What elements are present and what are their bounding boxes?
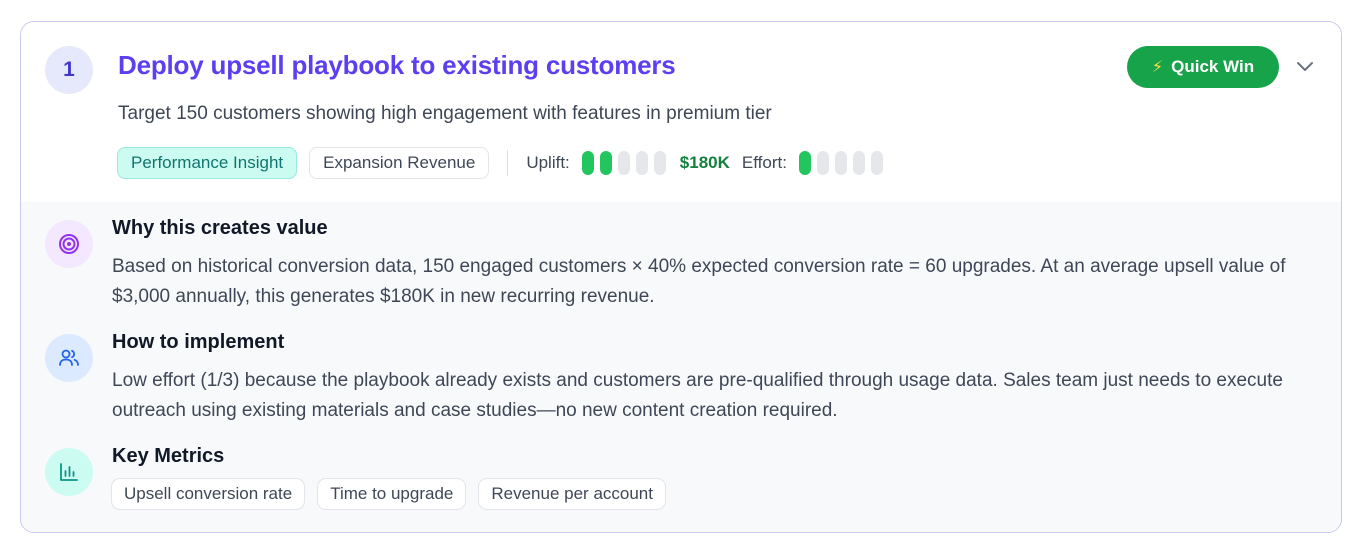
effort-segment: [870, 151, 883, 175]
why-title: Why this creates value: [112, 217, 328, 239]
effort-segment: [852, 151, 865, 175]
recommendation-title: Deploy upsell playbook to existing custo…: [118, 50, 676, 80]
bar-chart-icon: [45, 448, 93, 496]
tag-row: Performance Insight Expansion Revenue Up…: [117, 146, 889, 180]
target-icon: [45, 220, 93, 268]
tag-expansion-revenue: Expansion Revenue: [309, 147, 490, 179]
metrics-list: Upsell conversion rate Time to upgrade R…: [111, 478, 678, 510]
card-header: 1 Deploy upsell playbook to existing cus…: [21, 22, 1341, 202]
uplift-segment: [581, 151, 594, 175]
quick-win-label: Quick Win: [1171, 57, 1255, 76]
uplift-segment: [599, 151, 612, 175]
recommendation-subtitle: Target 150 customers showing high engage…: [118, 103, 772, 124]
effort-segment: [834, 151, 847, 175]
rank-badge: 1: [45, 46, 93, 94]
effort-meter: [798, 151, 889, 175]
divider: [507, 150, 509, 176]
uplift-value: $180K: [679, 153, 730, 172]
effort-segment: [798, 151, 811, 175]
how-body: Low effort (1/3) because the playbook al…: [112, 370, 1283, 421]
metric-chip: Time to upgrade: [317, 478, 467, 510]
why-body: Based on historical conversion data, 150…: [112, 256, 1286, 307]
uplift-segment: [653, 151, 666, 175]
effort-segment: [816, 151, 829, 175]
tag-performance-insight: Performance Insight: [117, 147, 298, 179]
effort-label: Effort:: [741, 153, 787, 172]
card-details: Why this creates value Based on historic…: [21, 202, 1341, 532]
uplift-segment: [617, 151, 630, 175]
metric-chip: Revenue per account: [478, 478, 666, 510]
metrics-title: Key Metrics: [112, 445, 225, 467]
quick-win-badge[interactable]: ⚡ Quick Win: [1127, 46, 1279, 88]
lightning-icon: ⚡: [1151, 59, 1164, 76]
users-icon: [45, 334, 93, 382]
uplift-segment: [635, 151, 648, 175]
how-title: How to implement: [112, 331, 285, 353]
chevron-down-icon[interactable]: [1293, 54, 1317, 78]
recommendation-card: 1 Deploy upsell playbook to existing cus…: [20, 21, 1342, 533]
metric-chip: Upsell conversion rate: [111, 478, 306, 510]
uplift-meter: [581, 151, 672, 175]
uplift-label: Uplift:: [526, 153, 570, 172]
